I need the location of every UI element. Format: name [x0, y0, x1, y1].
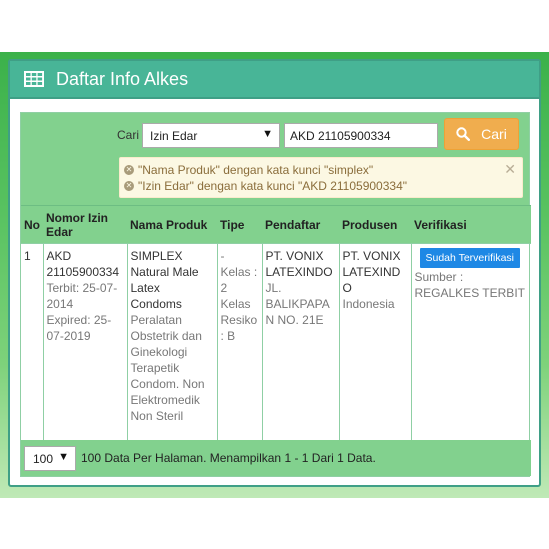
panel-title: Daftar Info Alkes — [56, 68, 189, 89]
pagination-summary: 100 Data Per Halaman. Menampilkan 1 - 1 … — [81, 451, 376, 465]
cell-no: 1 — [21, 243, 44, 442]
remove-filter-icon[interactable]: ✕ — [124, 181, 134, 191]
per-page-value: 100 — [33, 451, 54, 466]
panel-header: Daftar Info Alkes — [10, 61, 539, 99]
search-button[interactable]: Cari — [444, 118, 519, 150]
table-row[interactable]: 1 AKD 21105900334 Terbit: 25-07-2014 Exp… — [21, 243, 531, 442]
pendaftar-name: PT. VONIX LATEXINDO — [265, 249, 333, 279]
tipe-dash: - — [220, 249, 225, 263]
filter-text: "Izin Edar" dengan kata kunci "AKD 21105… — [138, 179, 407, 193]
search-label: Cari — [117, 128, 140, 142]
cell-tipe: - Kelas : 2 Kelas Resiko : B — [217, 243, 263, 442]
column-header-pendaftar: Pendaftar — [262, 205, 339, 244]
table-header-row: No Nomor Izin Edar Nama Produk Tipe Pend… — [21, 205, 531, 244]
produk-desc: Peralatan Obstetrik dan Ginekologi Terap… — [130, 313, 205, 423]
info-alkes-panel: Daftar Info Alkes Cari Izin Edar ▼ AKD 2… — [8, 59, 541, 487]
search-field-select-value: Izin Edar — [150, 129, 198, 143]
search-button-label: Cari — [481, 126, 507, 142]
clear-filters-close-icon[interactable]: ✕ — [504, 161, 516, 178]
tipe-kelas: Kelas : 2 — [220, 265, 258, 295]
izin-terbit: Terbit: 25-07-2014 — [46, 281, 118, 311]
caret-down-icon: ▼ — [58, 450, 69, 463]
izin-expired: Expired: 25-07-2019 — [46, 313, 112, 343]
results-table: No Nomor Izin Edar Nama Produk Tipe Pend… — [21, 205, 531, 442]
filter-item: ✕ "Nama Produk" dengan kata kunci "simpl… — [124, 162, 518, 178]
produk-name: SIMPLEX Natural Male Latex Condoms — [130, 249, 199, 311]
verified-badge: Sudah Terverifikasi — [419, 248, 521, 268]
column-header-produsen: Produsen — [339, 205, 411, 244]
cell-pendaftar: PT. VONIX LATEXINDO JL. BALIKPAPAN NO. 2… — [262, 243, 340, 442]
column-header-izin: Nomor Izin Edar — [43, 205, 127, 244]
search-area: Cari Izin Edar ▼ AKD 21105900334 Cari ✕ … — [21, 113, 529, 205]
pendaftar-address: JL. BALIKPAPAN NO. 21E — [265, 281, 330, 327]
izin-number: AKD 21105900334 — [46, 249, 120, 279]
produsen-country: Indonesia — [342, 297, 395, 311]
column-header-verifikasi: Verifikasi — [411, 205, 531, 244]
caret-down-icon: ▼ — [262, 128, 273, 140]
verifikasi-source: Sumber : REGALKES TERBIT — [414, 270, 525, 300]
cell-produsen: PT. VONIX LATEXINDO Indonesia — [339, 243, 412, 442]
tipe-resiko: Kelas Resiko : B — [220, 297, 258, 343]
cell-verifikasi: Sudah Terverifikasi Sumber : REGALKES TE… — [411, 243, 531, 442]
search-field-select[interactable]: Izin Edar ▼ — [142, 123, 280, 148]
column-header-produk: Nama Produk — [127, 205, 217, 244]
produsen-name: PT. VONIX LATEXINDO — [342, 249, 401, 295]
search-icon — [456, 127, 471, 141]
search-input[interactable]: AKD 21105900334 — [284, 123, 438, 148]
panel-body: Cari Izin Edar ▼ AKD 21105900334 Cari ✕ … — [20, 112, 531, 477]
per-page-select[interactable]: 100 ▼ — [24, 445, 76, 471]
column-header-no: No — [21, 205, 43, 244]
cell-produk: SIMPLEX Natural Male Latex Condoms Peral… — [127, 243, 218, 442]
pagination-footer: 100 ▼ 100 Data Per Halaman. Menampilkan … — [21, 440, 531, 476]
column-header-tipe: Tipe — [217, 205, 262, 244]
table-grid-icon — [24, 71, 44, 87]
filter-text: "Nama Produk" dengan kata kunci "simplex… — [138, 163, 374, 177]
filter-item: ✕ "Izin Edar" dengan kata kunci "AKD 211… — [124, 178, 518, 194]
active-filters: ✕ "Nama Produk" dengan kata kunci "simpl… — [119, 157, 523, 198]
remove-filter-icon[interactable]: ✕ — [124, 165, 134, 175]
cell-izin: AKD 21105900334 Terbit: 25-07-2014 Expir… — [43, 243, 128, 442]
